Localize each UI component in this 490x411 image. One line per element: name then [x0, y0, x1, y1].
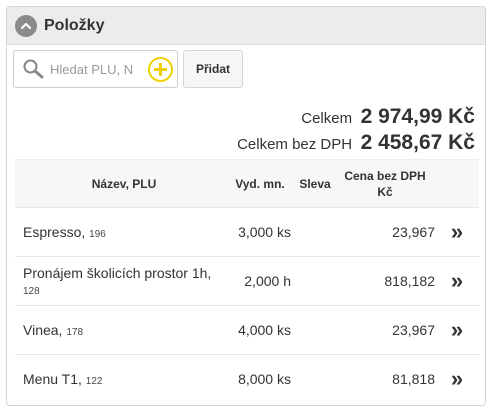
item-name-cell: Pronájem školicích prostor 1h, 128 — [15, 256, 225, 306]
item-plu: 178 — [66, 327, 84, 338]
item-name-cell: Vinea, 178 — [15, 305, 225, 355]
item-qty-cell: 3,000 ks — [225, 207, 295, 257]
total-row: Celkem 2 974,99 Kč — [237, 104, 475, 130]
item-unit: h — [283, 273, 291, 289]
item-unit: ks — [277, 371, 291, 388]
item-discount — [295, 305, 335, 355]
panel-title: Položky — [44, 16, 105, 34]
table-row[interactable]: Pronájem školicích prostor 1h, 128 2,000… — [15, 256, 479, 306]
item-name: Menu T1, — [23, 371, 82, 388]
double-chevron-right-icon[interactable]: » — [451, 317, 463, 342]
item-detail-cell[interactable]: » — [435, 256, 479, 306]
item-unit: ks — [277, 322, 291, 338]
totals: Celkem 2 974,99 Kč Celkem bez DPH 2 458,… — [237, 104, 475, 156]
item-detail-cell[interactable]: » — [435, 305, 479, 355]
toolbar: Přidat — [13, 50, 244, 88]
item-price: 23,967 — [335, 207, 435, 257]
item-qty-cell: 4,000 ks — [225, 305, 295, 355]
items-panel: Položky Přidat Celkem 2 974,99 Kč Celkem… — [6, 6, 486, 406]
double-chevron-right-icon[interactable]: » — [451, 268, 463, 293]
double-chevron-right-icon[interactable]: » — [451, 219, 463, 244]
double-chevron-right-icon[interactable]: » — [451, 366, 463, 391]
item-qty: 4,000 — [238, 322, 274, 338]
item-discount — [295, 354, 335, 404]
item-price: 81,818 — [335, 354, 435, 404]
items-table: Název, PLU Vyd. mn. Sleva Cena bez DPH K… — [15, 159, 479, 404]
table-row[interactable]: Vinea, 178 4,000 ks 23,967 » — [15, 305, 479, 355]
item-detail-cell[interactable]: » — [435, 354, 479, 404]
item-plu: 196 — [89, 229, 106, 240]
header-name: Název, PLU — [15, 159, 225, 208]
table-row[interactable]: Espresso, 196 3,000 ks 23,967 » — [15, 207, 479, 257]
item-qty: 2,000 — [244, 273, 280, 289]
table-header-row: Název, PLU Vyd. mn. Sleva Cena bez DPH K… — [15, 159, 479, 208]
item-name-cell: Espresso, 196 — [15, 207, 225, 257]
quick-add-button[interactable] — [148, 57, 173, 82]
item-qty: 8,000 — [238, 371, 274, 388]
plus-circle-icon — [154, 63, 167, 76]
header-qty: Vyd. mn. — [225, 159, 295, 208]
header-actions — [435, 159, 479, 208]
header-discount: Sleva — [295, 159, 335, 208]
item-name: Pronájem školicích prostor 1h, — [23, 265, 212, 281]
item-qty: 3,000 — [238, 224, 274, 240]
search-input[interactable] — [50, 61, 140, 77]
search-box[interactable] — [13, 50, 178, 88]
total-net-value: 2 458,67 Kč — [360, 131, 475, 154]
item-price: 818,182 — [335, 256, 435, 306]
total-label: Celkem — [301, 110, 353, 127]
item-discount — [295, 256, 335, 306]
item-qty-cell: 2,000 h — [225, 256, 295, 306]
total-value: 2 974,99 Kč — [360, 105, 475, 128]
item-detail-cell[interactable]: » — [435, 207, 479, 257]
item-plu: 128 — [23, 286, 40, 297]
item-unit: ks — [277, 224, 291, 240]
chevron-up-icon — [20, 22, 32, 29]
item-name-cell: Menu T1, 122 — [15, 354, 225, 404]
item-plu: 122 — [85, 376, 103, 388]
total-net-label: Celkem bez DPH — [237, 136, 353, 153]
add-button[interactable]: Přidat — [183, 50, 244, 88]
item-discount — [295, 207, 335, 257]
panel-header: Položky — [7, 7, 485, 45]
item-name: Vinea, — [23, 322, 63, 338]
table-row[interactable]: Menu T1, 122 8,000 ks 81,818 » — [15, 354, 479, 404]
collapse-button[interactable] — [15, 14, 37, 37]
item-name: Espresso, — [23, 224, 86, 240]
item-price: 23,967 — [335, 305, 435, 355]
header-price: Cena bez DPH Kč — [335, 159, 435, 208]
magnifier-icon — [23, 59, 44, 79]
item-qty-cell: 8,000 ks — [225, 354, 295, 404]
total-net-row: Celkem bez DPH 2 458,67 Kč — [237, 130, 475, 156]
